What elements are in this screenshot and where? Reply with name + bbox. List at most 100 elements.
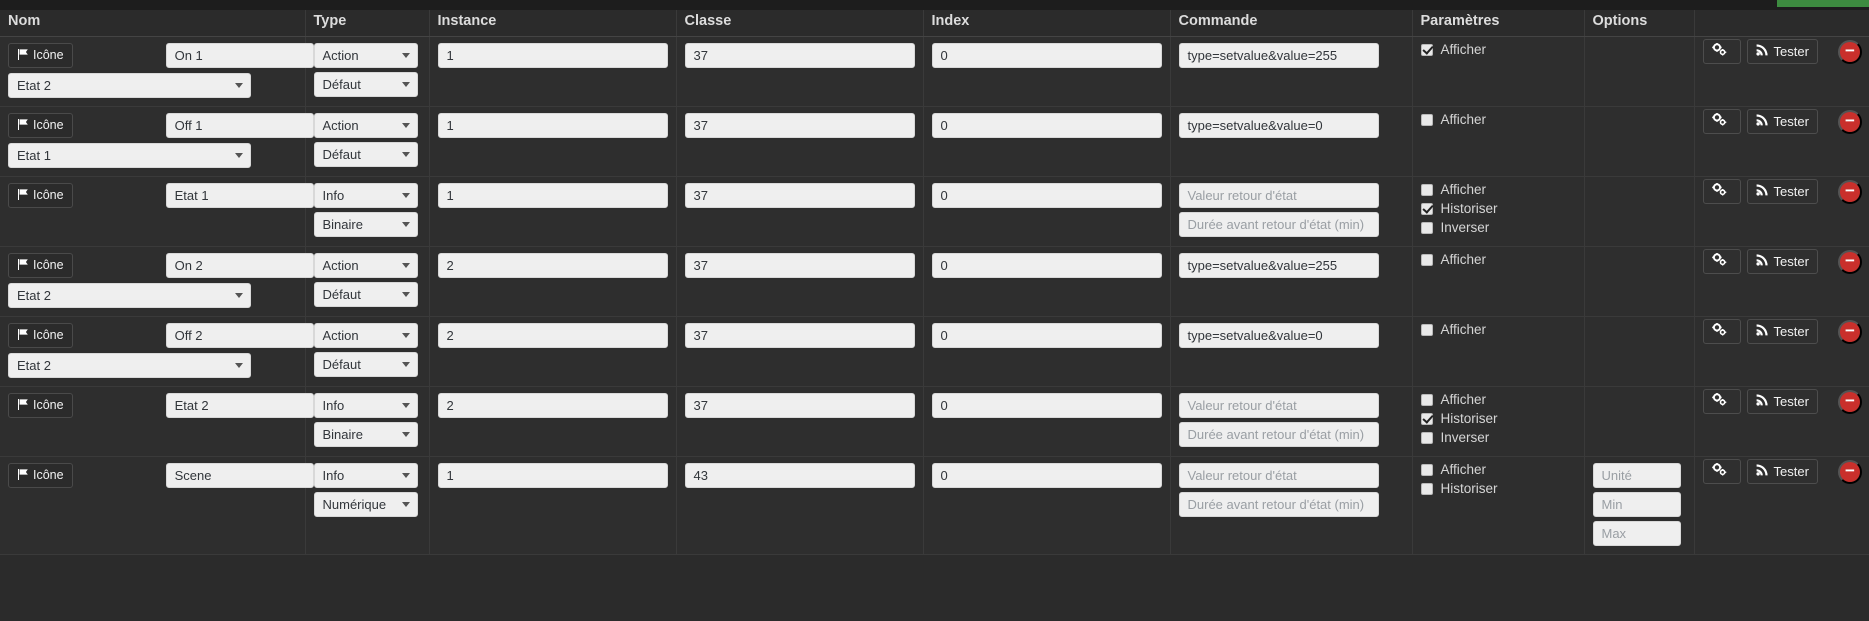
test-button[interactable]: Tester <box>1746 249 1818 274</box>
param-checkbox-row[interactable]: Historiser <box>1420 200 1576 218</box>
classe-input[interactable]: 37 <box>684 42 915 68</box>
remove-command-button[interactable]: − <box>1837 459 1862 484</box>
index-input[interactable]: 0 <box>931 252 1162 278</box>
classe-input[interactable]: 37 <box>684 322 915 348</box>
icon-picker-button[interactable]: Icône <box>8 322 73 348</box>
command-subtype-select[interactable]: Binaire <box>313 421 418 447</box>
command-type-select[interactable]: Info <box>313 392 418 418</box>
classe-input[interactable]: 43 <box>684 462 915 488</box>
param-checkbox-row[interactable]: Historiser <box>1420 480 1576 498</box>
icon-picker-button[interactable]: Icône <box>8 392 73 418</box>
command-value-input[interactable]: type=setvalue&value=255 <box>1178 42 1379 68</box>
configure-button[interactable] <box>1702 389 1741 414</box>
command-subtype-select[interactable]: Défaut <box>313 351 418 377</box>
command-value-input[interactable]: type=setvalue&value=0 <box>1178 322 1379 348</box>
index-input[interactable]: 0 <box>931 182 1162 208</box>
param-checkbox-row[interactable]: Inverser <box>1420 219 1576 237</box>
param-checkbox-row[interactable]: Historiser <box>1420 410 1576 428</box>
state-return-delay-input[interactable]: Durée avant retour d'état (min) <box>1178 211 1379 237</box>
option-input[interactable]: Max <box>1592 520 1681 546</box>
option-input[interactable]: Min <box>1592 491 1681 517</box>
index-input[interactable]: 0 <box>931 42 1162 68</box>
command-name-input[interactable]: Etat 1 <box>165 182 314 208</box>
index-input[interactable]: 0 <box>931 322 1162 348</box>
configure-button[interactable] <box>1702 109 1741 134</box>
checkbox-historiser[interactable] <box>1420 202 1433 215</box>
command-subtype-select[interactable]: Défaut <box>313 71 418 97</box>
remove-command-button[interactable]: − <box>1837 39 1862 64</box>
command-value-input[interactable]: Valeur retour d'état <box>1178 392 1379 418</box>
checkbox-inverser[interactable] <box>1420 431 1433 444</box>
configure-button[interactable] <box>1702 179 1741 204</box>
param-checkbox-row[interactable]: Afficher <box>1420 111 1576 129</box>
param-checkbox-row[interactable]: Afficher <box>1420 251 1576 269</box>
command-name-input[interactable]: On 2 <box>165 252 314 278</box>
command-type-select[interactable]: Action <box>313 252 418 278</box>
checkbox-afficher[interactable] <box>1420 43 1433 56</box>
test-button[interactable]: Tester <box>1746 109 1818 134</box>
instance-input[interactable]: 1 <box>437 462 668 488</box>
checkbox-inverser[interactable] <box>1420 221 1433 234</box>
index-input[interactable]: 0 <box>931 112 1162 138</box>
instance-input[interactable]: 2 <box>437 392 668 418</box>
command-name-input[interactable]: Off 2 <box>165 322 314 348</box>
param-checkbox-row[interactable]: Afficher <box>1420 391 1576 409</box>
remove-command-button[interactable]: − <box>1837 179 1862 204</box>
command-value-input[interactable]: type=setvalue&value=255 <box>1178 252 1379 278</box>
test-button[interactable]: Tester <box>1746 179 1818 204</box>
configure-button[interactable] <box>1702 459 1741 484</box>
param-checkbox-row[interactable]: Afficher <box>1420 41 1576 59</box>
command-name-input[interactable]: Etat 2 <box>165 392 314 418</box>
checkbox-afficher[interactable] <box>1420 463 1433 476</box>
test-button[interactable]: Tester <box>1746 389 1818 414</box>
icon-picker-button[interactable]: Icône <box>8 252 73 278</box>
test-button[interactable]: Tester <box>1746 459 1818 484</box>
checkbox-afficher[interactable] <box>1420 323 1433 336</box>
index-input[interactable]: 0 <box>931 462 1162 488</box>
param-checkbox-row[interactable]: Afficher <box>1420 461 1576 479</box>
param-checkbox-row[interactable]: Inverser <box>1420 429 1576 447</box>
checkbox-historiser[interactable] <box>1420 412 1433 425</box>
command-name-input[interactable]: On 1 <box>165 42 314 68</box>
state-return-delay-input[interactable]: Durée avant retour d'état (min) <box>1178 491 1379 517</box>
icon-picker-button[interactable]: Icône <box>8 182 73 208</box>
classe-input[interactable]: 37 <box>684 252 915 278</box>
linked-state-select[interactable]: Etat 2 <box>8 352 251 378</box>
linked-state-select[interactable]: Etat 2 <box>8 72 251 98</box>
instance-input[interactable]: 1 <box>437 112 668 138</box>
param-checkbox-row[interactable]: Afficher <box>1420 321 1576 339</box>
icon-picker-button[interactable]: Icône <box>8 42 73 68</box>
command-type-select[interactable]: Action <box>313 42 418 68</box>
command-type-select[interactable]: Info <box>313 182 418 208</box>
test-button[interactable]: Tester <box>1746 39 1818 64</box>
checkbox-afficher[interactable] <box>1420 253 1433 266</box>
classe-input[interactable]: 37 <box>684 392 915 418</box>
command-name-input[interactable]: Off 1 <box>165 112 314 138</box>
option-input[interactable]: Unité <box>1592 462 1681 488</box>
remove-command-button[interactable]: − <box>1837 389 1862 414</box>
index-input[interactable]: 0 <box>931 392 1162 418</box>
linked-state-select[interactable]: Etat 2 <box>8 282 251 308</box>
command-subtype-select[interactable]: Binaire <box>313 211 418 237</box>
classe-input[interactable]: 37 <box>684 112 915 138</box>
top-right-green-button[interactable] <box>1777 0 1869 7</box>
command-type-select[interactable]: Action <box>313 322 418 348</box>
linked-state-select[interactable]: Etat 1 <box>8 142 251 168</box>
command-value-input[interactable]: type=setvalue&value=0 <box>1178 112 1379 138</box>
command-subtype-select[interactable]: Défaut <box>313 281 418 307</box>
param-checkbox-row[interactable]: Afficher <box>1420 181 1576 199</box>
checkbox-afficher[interactable] <box>1420 183 1433 196</box>
icon-picker-button[interactable]: Icône <box>8 462 73 488</box>
configure-button[interactable] <box>1702 249 1741 274</box>
command-subtype-select[interactable]: Numérique <box>313 491 418 517</box>
command-name-input[interactable]: Scene <box>165 462 314 488</box>
configure-button[interactable] <box>1702 39 1741 64</box>
checkbox-afficher[interactable] <box>1420 113 1433 126</box>
configure-button[interactable] <box>1702 319 1741 344</box>
instance-input[interactable]: 1 <box>437 42 668 68</box>
command-subtype-select[interactable]: Défaut <box>313 141 418 167</box>
checkbox-historiser[interactable] <box>1420 482 1433 495</box>
test-button[interactable]: Tester <box>1746 319 1818 344</box>
instance-input[interactable]: 2 <box>437 322 668 348</box>
command-value-input[interactable]: Valeur retour d'état <box>1178 182 1379 208</box>
